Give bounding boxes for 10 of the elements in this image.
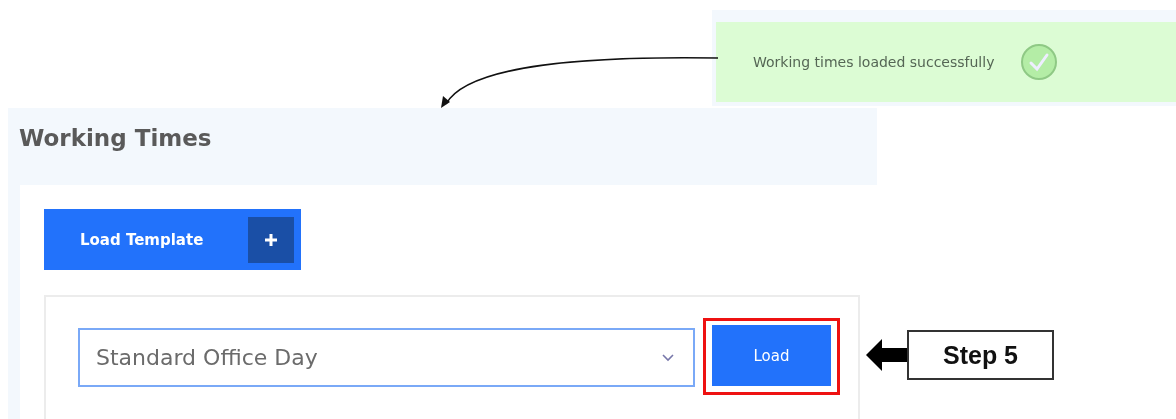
chevron-down-icon — [661, 352, 675, 363]
load-button[interactable]: Load — [712, 325, 831, 386]
section-title: Working Times — [18, 124, 213, 153]
load-template-button[interactable]: Load Template — [44, 209, 301, 270]
left-arrow-icon — [866, 337, 907, 373]
plus-icon — [264, 232, 278, 247]
check-icon — [1020, 43, 1059, 81]
toast-message: Working times loaded successfully — [753, 54, 995, 70]
step-label: Step 5 — [907, 330, 1054, 380]
template-dropdown[interactable]: Standard Office Day — [78, 328, 695, 387]
